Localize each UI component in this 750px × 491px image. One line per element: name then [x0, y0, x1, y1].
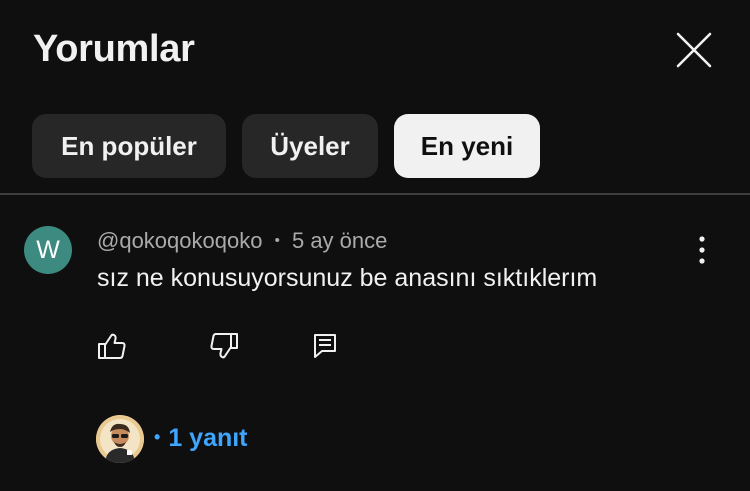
- replier-avatar-image: [96, 415, 144, 463]
- comment-meta: @qokoqokoqoko • 5 ay önce: [97, 228, 387, 254]
- thumbs-up-icon: [98, 333, 126, 359]
- replies-label: • 1 yanıt: [154, 424, 248, 453]
- avatar[interactable]: W: [24, 226, 72, 274]
- meta-separator: •: [274, 232, 280, 249]
- close-icon: [676, 32, 712, 68]
- thumbs-down-icon: [210, 333, 238, 359]
- replies-count: 1 yanıt: [168, 424, 248, 452]
- comment-time: 5 ay önce: [291, 228, 388, 253]
- comment-text: sız ne konusuyorsunuz be anasını sıktıkl…: [97, 264, 598, 292]
- panel-title: Yorumlar: [33, 28, 195, 70]
- dislike-button[interactable]: [208, 330, 240, 362]
- chip-popular[interactable]: En popüler: [32, 114, 226, 178]
- divider: [0, 193, 750, 195]
- chip-newest[interactable]: En yeni: [394, 114, 540, 178]
- reply-button[interactable]: [309, 330, 341, 362]
- like-button[interactable]: [96, 330, 128, 362]
- more-options-button[interactable]: [688, 232, 716, 268]
- comment-author[interactable]: @qokoqokoqoko: [97, 228, 262, 253]
- chip-members[interactable]: Üyeler: [242, 114, 378, 178]
- reply-icon: [314, 334, 336, 358]
- reply-avatar: [96, 415, 144, 463]
- replies-bullet: •: [154, 427, 161, 447]
- close-button[interactable]: [672, 28, 716, 72]
- more-vert-icon: [699, 236, 705, 264]
